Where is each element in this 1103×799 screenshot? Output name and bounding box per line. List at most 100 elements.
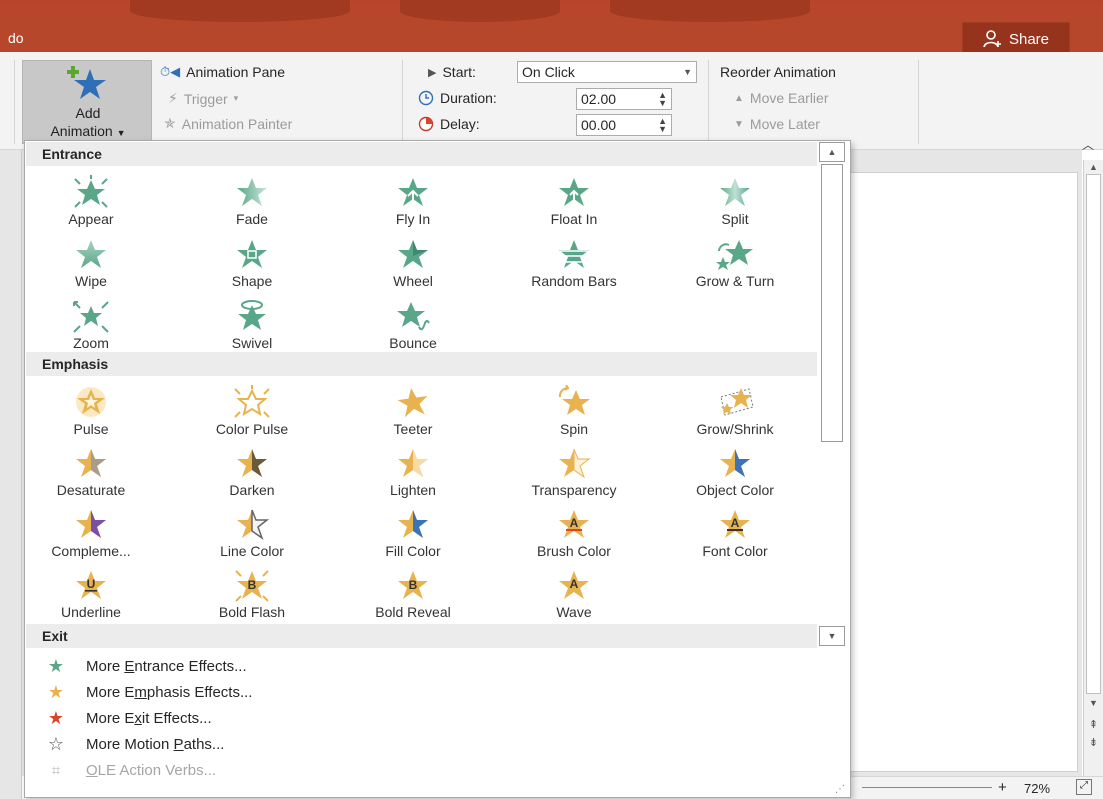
- effect-spin[interactable]: Spin: [509, 385, 639, 445]
- spinner-arrows-icon[interactable]: ▲ ▼: [658, 117, 667, 134]
- spinner-arrows-icon[interactable]: ▲ ▼: [658, 91, 667, 108]
- effect-bold-flash[interactable]: B Bold Flash: [187, 568, 317, 628]
- effect-appear[interactable]: Appear: [26, 175, 156, 235]
- effect-desaturate[interactable]: Desaturate: [26, 446, 156, 506]
- zoom-in-icon[interactable]: +: [998, 779, 1007, 796]
- effect-float-in[interactable]: Float In: [509, 175, 639, 235]
- effect-zoom[interactable]: Zoom: [26, 299, 156, 359]
- underline-icon: U: [76, 571, 106, 599]
- add-animation-button[interactable]: Add Animation ▼: [22, 60, 152, 144]
- effect-font-color[interactable]: A Font Color: [670, 507, 800, 567]
- effect-bold-reveal[interactable]: B Bold Reveal: [348, 568, 478, 628]
- label-part: aths...: [183, 735, 225, 753]
- clock-icon: [418, 90, 434, 106]
- float-in-icon: [559, 178, 589, 206]
- access-key: x: [134, 709, 142, 727]
- vertical-scrollbar[interactable]: ▲ ▼ ⇞ ⇟: [1083, 160, 1103, 776]
- next-slide-icon[interactable]: ⇟: [1086, 736, 1101, 749]
- effect-grow-turn[interactable]: Grow & Turn: [670, 237, 800, 297]
- effect-split[interactable]: Split: [670, 175, 800, 235]
- move-earlier-button[interactable]: ▲ Move Earlier: [734, 90, 829, 106]
- grow-turn-icon: [716, 240, 753, 270]
- effect-darken[interactable]: Darken: [187, 446, 317, 506]
- animation-painter-icon: ✯: [164, 115, 176, 131]
- effect-grow-shrink[interactable]: Grow/Shrink: [670, 385, 800, 445]
- effect-fade[interactable]: Fade: [187, 175, 317, 235]
- svg-text:B: B: [248, 578, 257, 592]
- effect-label: Wave: [556, 604, 592, 620]
- effect-brush-color[interactable]: A Brush Color: [509, 507, 639, 567]
- more-exit-effects-item[interactable]: ★ More Exit Effects...: [42, 705, 212, 731]
- effect-teeter[interactable]: Teeter: [348, 385, 478, 445]
- slide-canvas[interactable]: [848, 172, 1078, 772]
- more-motion-paths-item[interactable]: ☆ More Motion Paths...: [42, 731, 225, 757]
- animation-pane-icon: ⏱◀: [160, 64, 181, 79]
- effect-label: Shape: [231, 273, 273, 289]
- trigger-button[interactable]: ⚡ Trigger ▾: [168, 90, 238, 107]
- entrance-section-header: Entrance: [26, 142, 817, 166]
- animation-painter-button[interactable]: ✯ Animation Painter: [164, 115, 292, 132]
- label-part: phasis Effects...: [146, 683, 253, 701]
- label-part: More Motion: [86, 735, 174, 753]
- effect-label: Spin: [559, 421, 589, 437]
- delay-spinner[interactable]: 00.00 ▲ ▼: [576, 114, 672, 136]
- effect-pulse[interactable]: Pulse: [26, 385, 156, 445]
- effect-random-bars[interactable]: Random Bars: [509, 237, 639, 297]
- lightning-icon: ⚡: [168, 90, 178, 106]
- effect-label: Desaturate: [56, 482, 126, 498]
- effect-fly-in[interactable]: Fly In: [348, 175, 478, 235]
- effect-line-color[interactable]: Line Color: [187, 507, 317, 567]
- swivel-icon: [238, 300, 266, 330]
- more-entrance-label: More Entrance Effects...: [86, 658, 247, 675]
- share-button[interactable]: Share: [962, 22, 1070, 56]
- previous-slide-icon[interactable]: ⇞: [1086, 718, 1101, 731]
- effect-fill-color[interactable]: Fill Color: [348, 507, 478, 567]
- effect-wheel[interactable]: Wheel: [348, 237, 478, 297]
- svg-text:A: A: [731, 516, 740, 530]
- effect-complementary-color[interactable]: Compleme...: [26, 507, 156, 567]
- effect-wipe[interactable]: Wipe: [26, 237, 156, 297]
- effect-bounce[interactable]: Bounce: [348, 299, 478, 359]
- effect-color-pulse[interactable]: Color Pulse: [187, 385, 317, 445]
- gallery-scrollbar[interactable]: ▲ ▼: [819, 142, 847, 652]
- tell-me-text[interactable]: do: [8, 30, 24, 46]
- effect-underline[interactable]: U Underline: [26, 568, 156, 628]
- start-dropdown[interactable]: On Click ▼: [517, 61, 697, 83]
- more-emphasis-effects-item[interactable]: ★ More Emphasis Effects...: [42, 679, 253, 705]
- effect-wave[interactable]: A Wave: [509, 568, 639, 628]
- effect-label: Fly In: [395, 211, 431, 227]
- darken-icon: [237, 449, 267, 477]
- title-decoration: [610, 0, 810, 22]
- effect-object-color[interactable]: Object Color: [670, 446, 800, 506]
- scroll-down-icon[interactable]: ▼: [1086, 698, 1101, 708]
- animation-pane-button[interactable]: ⏱◀ Animation Pane: [160, 64, 285, 80]
- bold-flash-icon: B: [235, 570, 269, 602]
- zoom-slider[interactable]: [862, 787, 992, 788]
- wheel-icon: [398, 240, 428, 268]
- scroll-thumb[interactable]: [1086, 174, 1101, 694]
- duration-spinner[interactable]: 02.00 ▲ ▼: [576, 88, 672, 110]
- collapse-ribbon-icon[interactable]: ︿: [1082, 136, 1094, 153]
- effect-lighten[interactable]: Lighten: [348, 446, 478, 506]
- label-part: it Effects...: [141, 709, 212, 727]
- zoom-level[interactable]: 72%: [1024, 781, 1050, 796]
- ribbon-separator: [402, 60, 403, 144]
- scroll-down-icon[interactable]: ▼: [819, 626, 845, 646]
- gallery-scroll-thumb[interactable]: [821, 164, 843, 442]
- ole-action-verbs-item[interactable]: ⌗ OLE Action Verbs...: [42, 757, 216, 783]
- resize-grip-icon[interactable]: ⋰: [835, 784, 845, 795]
- effect-shape[interactable]: Shape: [187, 237, 317, 297]
- effect-label: Transparency: [531, 482, 617, 498]
- effect-label: Bold Flash: [218, 604, 286, 620]
- effect-swivel[interactable]: Swivel: [187, 299, 317, 359]
- scroll-up-icon[interactable]: ▲: [819, 142, 845, 162]
- random-bars-icon: [559, 240, 589, 268]
- effect-transparency[interactable]: Transparency: [509, 446, 639, 506]
- move-later-button[interactable]: ▼ Move Later: [734, 116, 820, 132]
- pulse-icon: [76, 387, 106, 417]
- start-label: Start:: [442, 64, 476, 80]
- fit-slide-icon[interactable]: ⤢: [1076, 779, 1092, 795]
- more-entrance-effects-item[interactable]: ★ More Entrance Effects...: [42, 653, 247, 679]
- animations-ribbon: Add Animation ▼ ⏱◀ Animation Pane ⚡ Trig…: [0, 52, 1103, 153]
- exit-section-header: Exit: [26, 624, 817, 648]
